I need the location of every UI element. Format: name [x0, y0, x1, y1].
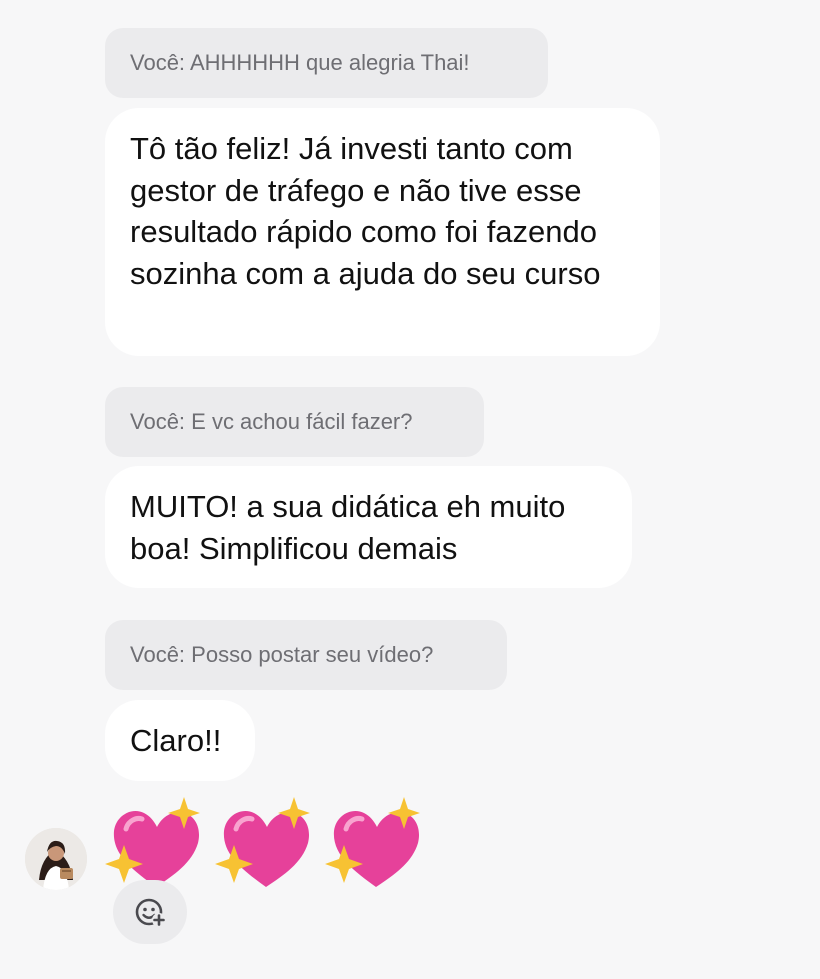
- message-bubble-2[interactable]: MUITO! a sua didática eh muito boa! Simp…: [105, 466, 632, 588]
- add-reaction-icon: [135, 898, 166, 927]
- sparkling-heart-icon: [215, 797, 310, 887]
- add-reaction-button[interactable]: [113, 880, 187, 944]
- message-bubble-1[interactable]: Tô tão feliz! Já investi tanto com gesto…: [105, 108, 660, 356]
- reply-quote-3[interactable]: Você: Posso postar seu vídeo?: [105, 620, 507, 690]
- chat-thread: Você: AHHHHHH que alegria Thai! Tô tão f…: [0, 0, 820, 979]
- contact-avatar[interactable]: [25, 828, 87, 890]
- reply-quote-2[interactable]: Você: E vc achou fácil fazer?: [105, 387, 484, 457]
- sparkling-heart-icon: [325, 797, 420, 887]
- reply-quote-1[interactable]: Você: AHHHHHH que alegria Thai!: [105, 28, 548, 98]
- message-bubble-3[interactable]: Claro!!: [105, 700, 255, 781]
- avatar-portrait-icon: [25, 828, 87, 890]
